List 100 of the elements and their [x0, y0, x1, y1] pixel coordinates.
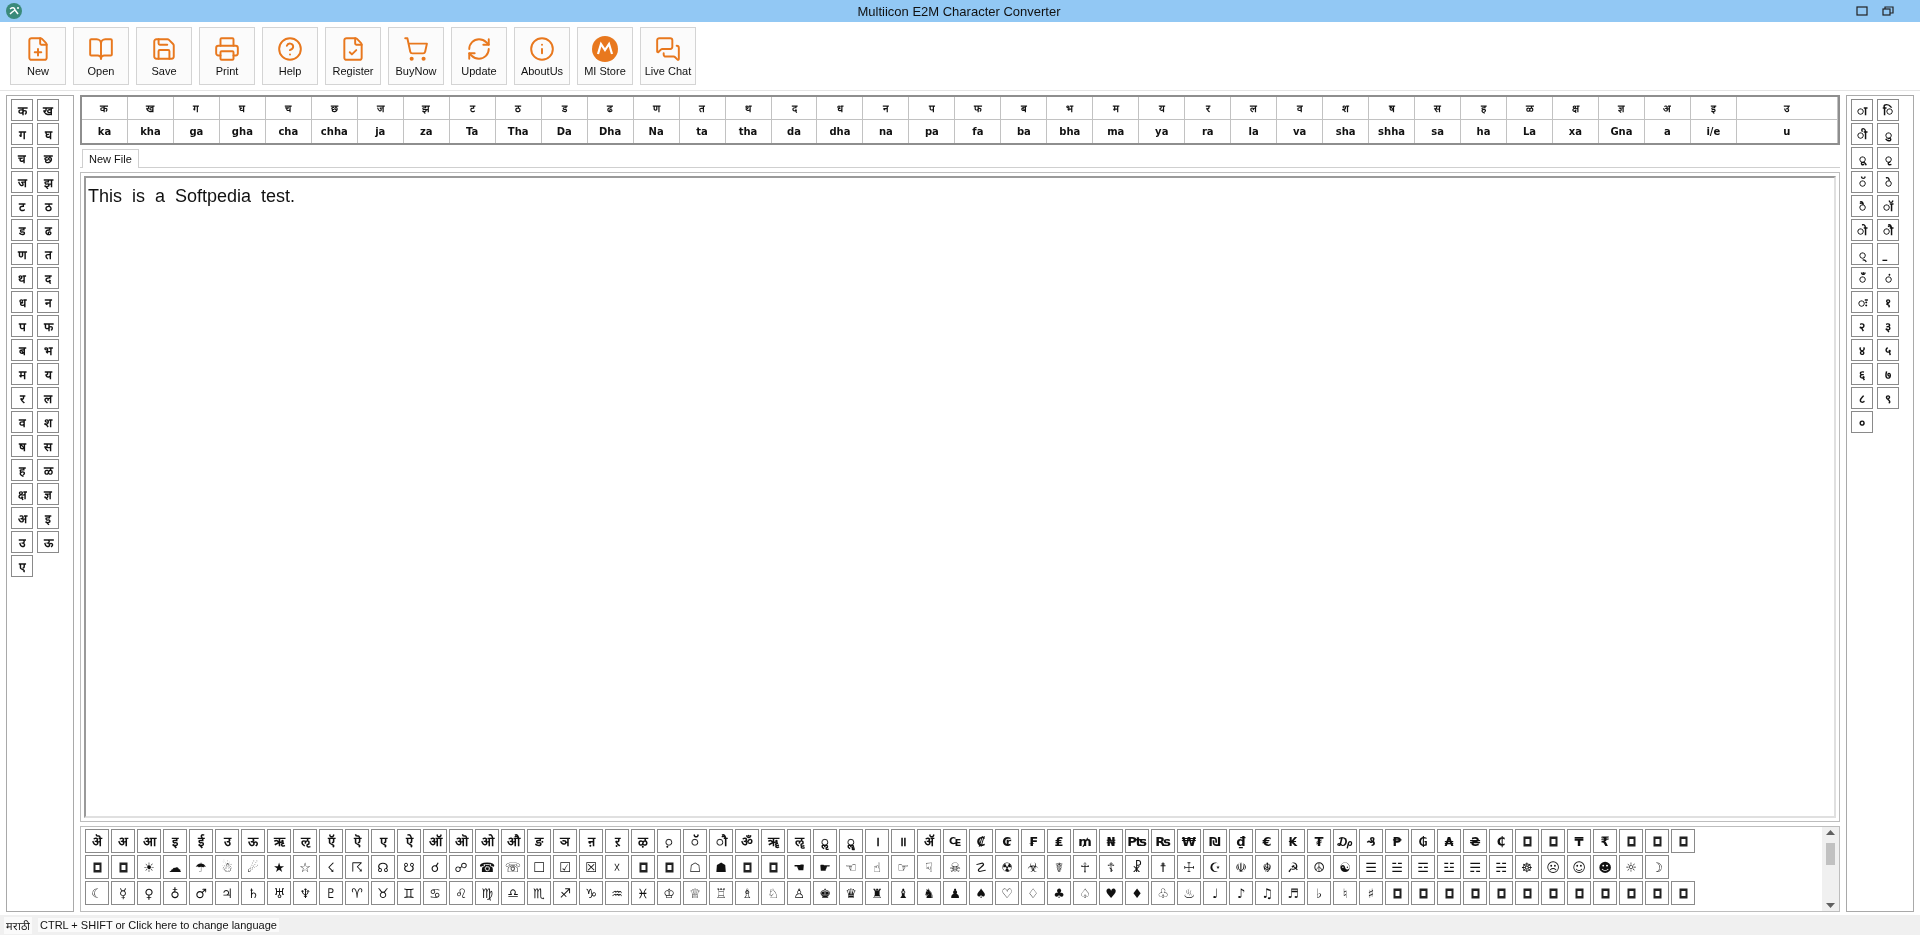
sign-key[interactable]: ९	[1877, 387, 1899, 409]
symbol-key[interactable]: ☺	[1567, 855, 1591, 879]
symbol-key[interactable]: ॡ	[787, 829, 811, 853]
symbol-key[interactable]: ☹	[1541, 855, 1565, 879]
letter-key[interactable]: म	[11, 363, 33, 385]
symbol-key[interactable]: ₸	[1567, 829, 1591, 853]
symbol-key[interactable]: ☭	[1281, 855, 1305, 879]
letter-key[interactable]: क	[11, 99, 33, 121]
symbol-key[interactable]: ♉	[371, 881, 395, 905]
symbol-key[interactable]: ♜	[865, 881, 889, 905]
symbol-key[interactable]: ♏	[527, 881, 551, 905]
symbol-key[interactable]: ◌ौ	[709, 829, 733, 853]
symbol-key[interactable]: औ	[501, 829, 525, 853]
symbol-key[interactable]: अ	[111, 829, 135, 853]
toolbar-button[interactable]: New	[10, 27, 66, 85]
symbol-key[interactable]: ♪	[1229, 881, 1253, 905]
sign-key[interactable]: ः	[1851, 291, 1873, 313]
letter-key[interactable]: र	[1185, 97, 1232, 120]
sign-key[interactable]: ं	[1877, 267, 1899, 289]
symbol-key[interactable]: ₵	[1489, 829, 1513, 853]
symbol-key[interactable]: ☓	[605, 855, 629, 879]
sign-key[interactable]: े	[1877, 171, 1899, 193]
symbol-key[interactable]	[1489, 881, 1513, 905]
symbol-key[interactable]: ₩	[1177, 829, 1201, 853]
symbol-key[interactable]: ₲	[1411, 829, 1435, 853]
symbol-key[interactable]: ☟	[917, 855, 941, 879]
letter-key[interactable]: थ	[725, 97, 772, 120]
symbol-key[interactable]: ☚	[787, 855, 811, 879]
scroll-up-icon[interactable]	[1826, 829, 1835, 835]
symbol-key[interactable]: ◌ॣ	[839, 829, 863, 853]
symbol-key[interactable]: ◌ॢ	[813, 829, 837, 853]
letter-key[interactable]: ज्ञ	[1598, 97, 1645, 120]
symbol-key[interactable]: आ	[137, 829, 161, 853]
symbol-key[interactable]: ☐	[527, 855, 551, 879]
symbol-key[interactable]: ♈	[345, 881, 369, 905]
symbol-key[interactable]: ☛	[813, 855, 837, 879]
symbol-key[interactable]	[1645, 829, 1669, 853]
symbol-key[interactable]	[1515, 881, 1539, 905]
letter-key[interactable]: ल	[37, 387, 59, 409]
sign-key[interactable]: ो	[1851, 219, 1873, 241]
symbol-key[interactable]: ञ	[553, 829, 577, 853]
sign-key[interactable]: ५	[1877, 339, 1899, 361]
restore-icon[interactable]	[1882, 6, 1894, 16]
sign-key[interactable]: ौ	[1877, 219, 1899, 241]
toolbar-button[interactable]: Help	[262, 27, 318, 85]
letter-key[interactable]: छ	[37, 147, 59, 169]
sign-key[interactable]: ु	[1877, 123, 1899, 145]
symbol-key[interactable]: ॐ	[735, 829, 759, 853]
symbol-key[interactable]: ♙	[787, 881, 811, 905]
symbol-key[interactable]: ☱	[1385, 855, 1409, 879]
symbol-key[interactable]: ♖	[709, 881, 733, 905]
letter-key[interactable]: प	[11, 315, 33, 337]
symbol-key[interactable]	[1541, 829, 1565, 853]
symbol-key[interactable]: ♔	[657, 881, 681, 905]
letter-key[interactable]: झ	[403, 97, 450, 120]
symbol-key[interactable]: ₥	[1073, 829, 1097, 853]
symbol-key[interactable]	[1463, 881, 1487, 905]
symbol-key[interactable]: ☡	[969, 855, 993, 879]
symbol-key[interactable]: ♃	[215, 881, 239, 905]
symbol-key[interactable]: ऱ	[605, 829, 629, 853]
symbol-key[interactable]: ♒	[605, 881, 629, 905]
symbol-key[interactable]: ♟	[943, 881, 967, 905]
symbol-key[interactable]: ☥	[1073, 855, 1097, 879]
toolbar-button[interactable]: Live Chat	[640, 27, 696, 85]
letter-key[interactable]: द	[37, 267, 59, 289]
symbol-key[interactable]: ♤	[1073, 881, 1097, 905]
letter-key[interactable]: ढ	[587, 97, 634, 120]
symbol-key[interactable]: ♁	[163, 881, 187, 905]
letter-key[interactable]: ल	[1231, 97, 1278, 120]
symbol-key[interactable]: ☄	[241, 855, 265, 879]
letter-key[interactable]: स	[1415, 97, 1462, 120]
symbol-key[interactable]: ☨	[1151, 855, 1175, 879]
symbol-key[interactable]	[85, 855, 109, 879]
symbol-key[interactable]: ॲ	[917, 829, 941, 853]
symbol-key[interactable]: ♍	[475, 881, 499, 905]
toolbar-button[interactable]: MI Store	[577, 27, 633, 85]
symbol-key[interactable]: ♥	[1099, 881, 1123, 905]
symbol-key[interactable]: ₪	[1203, 829, 1227, 853]
symbol-key[interactable]: ♗	[735, 881, 759, 905]
symbol-key[interactable]: ☤	[1047, 855, 1071, 879]
letter-key[interactable]: ब	[1001, 97, 1048, 120]
symbol-key[interactable]: ☽	[1645, 855, 1669, 879]
symbol-key[interactable]: ☳	[1437, 855, 1461, 879]
symbol-key[interactable]	[1411, 881, 1435, 905]
symbol-key[interactable]	[1515, 829, 1539, 853]
symbol-key[interactable]: ₨	[1151, 829, 1175, 853]
symbol-key[interactable]: ☯	[1333, 855, 1357, 879]
letter-key[interactable]: ध	[11, 291, 33, 313]
letter-key[interactable]: ज	[11, 171, 33, 193]
symbol-key[interactable]: ☝	[865, 855, 889, 879]
toolbar-button[interactable]: Print	[199, 27, 255, 85]
sign-key[interactable]: ॉ	[1877, 195, 1899, 217]
symbol-key[interactable]: ♕	[683, 881, 707, 905]
minimize-icon[interactable]	[1856, 6, 1868, 16]
symbol-key[interactable]	[761, 855, 785, 879]
letter-key[interactable]: ळ	[1507, 97, 1553, 120]
letter-key[interactable]: भ	[1047, 97, 1094, 120]
letter-key[interactable]: ड	[541, 97, 588, 120]
symbol-key[interactable]: ऌ	[293, 829, 317, 853]
letter-key[interactable]: इ	[1690, 97, 1737, 120]
